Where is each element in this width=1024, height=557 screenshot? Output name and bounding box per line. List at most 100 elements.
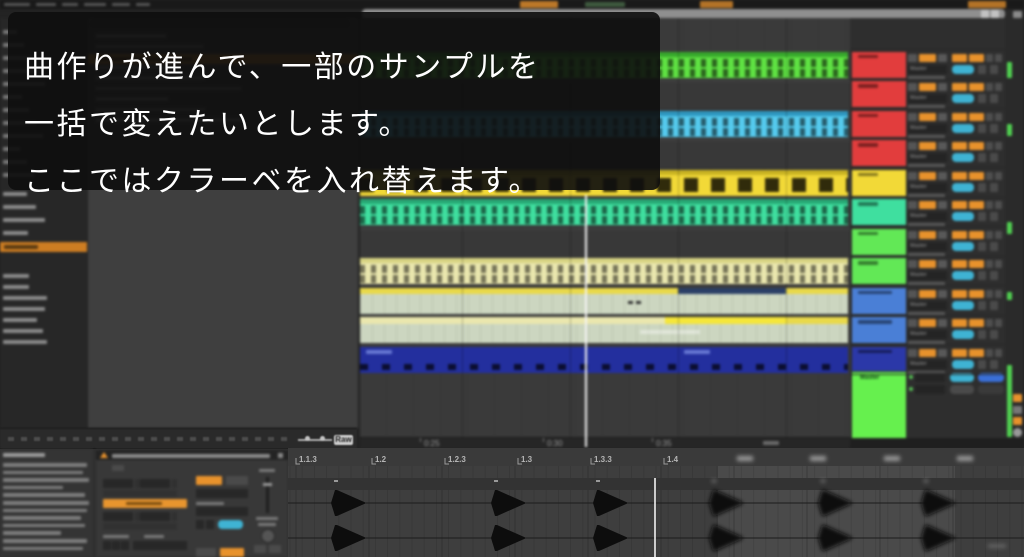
footer-tick <box>34 437 40 441</box>
preserve-label <box>196 502 224 505</box>
clip-box-tab[interactable] <box>112 465 124 471</box>
raw-toggle-chip[interactable]: Raw <box>334 435 353 445</box>
footer-tick <box>125 437 131 441</box>
bpm-field[interactable] <box>218 520 243 529</box>
caption-line: 一括で変えたいとします。 <box>24 99 411 143</box>
info-text-line <box>3 547 83 551</box>
footer-tick <box>47 437 53 441</box>
signature-chip[interactable] <box>112 541 120 550</box>
info-text-line <box>3 531 61 535</box>
transpose-knob[interactable] <box>261 529 275 543</box>
nudge-fwd-button[interactable] <box>269 545 281 553</box>
ghost-field <box>103 490 177 497</box>
clip-properties-panel <box>96 449 288 557</box>
beat-ruler[interactable] <box>288 448 1024 466</box>
zoom-slider-knob[interactable] <box>320 436 325 441</box>
transient-marker[interactable] <box>334 480 338 482</box>
gain-label <box>259 469 275 472</box>
footer-tick <box>151 437 157 441</box>
transient-marker[interactable] <box>712 480 716 482</box>
nudge-back-button[interactable] <box>254 545 266 553</box>
warp-mode-select[interactable] <box>196 489 248 498</box>
caption-line: 曲作りが進んで、一部のサンプルを <box>24 42 540 86</box>
info-view <box>0 449 93 557</box>
beat-ruler-label: 1.3 <box>521 455 533 464</box>
info-text-line <box>3 471 83 475</box>
footer-tick <box>164 437 170 441</box>
footer-tick <box>99 437 105 441</box>
warning-triangle-icon <box>100 452 108 458</box>
half-button[interactable] <box>196 548 216 557</box>
signature-chip[interactable] <box>121 541 129 550</box>
footer-tick <box>229 437 235 441</box>
field-stepper[interactable] <box>172 512 177 521</box>
mini-chip[interactable] <box>196 520 204 529</box>
position-length-field[interactable] <box>103 512 133 521</box>
footer-tick <box>190 437 196 441</box>
info-text-line <box>3 486 63 490</box>
transient-marker[interactable] <box>924 480 928 482</box>
beat-ruler-label-blurred <box>737 456 753 461</box>
transient-marker[interactable] <box>596 480 600 482</box>
sample-editor[interactable]: 1.1.3 1.2 1.2.3 1.3 1.3.3 1.4 <box>288 448 1024 557</box>
footer-tick <box>255 437 261 441</box>
footer-tick <box>268 437 274 441</box>
info-text-line <box>3 463 87 467</box>
caption-line: ここではクラーベを入れ替えます。 <box>24 156 541 200</box>
beat-ruler-label: 1.1.3 <box>299 455 317 464</box>
beat-ruler-label: 1.4 <box>667 455 679 464</box>
footer-tick <box>21 437 27 441</box>
footer-tick <box>203 437 209 441</box>
transient-marker[interactable] <box>494 480 498 482</box>
double-button[interactable] <box>220 548 244 557</box>
signature-label <box>103 535 129 538</box>
footer-tick <box>73 437 79 441</box>
start-end-field[interactable] <box>140 479 170 488</box>
footer-tick <box>112 437 118 441</box>
caption-overlay: 曲作りが進んで、一部のサンプルを 一括で変えたいとします。 ここではクラーベを入… <box>8 12 660 190</box>
info-text-line <box>3 509 87 513</box>
info-text-line <box>3 516 81 520</box>
position-readout-blurred <box>988 544 1006 548</box>
footer-tick <box>86 437 92 441</box>
footer-tick <box>242 437 248 441</box>
close-icon[interactable] <box>278 453 283 458</box>
beat-ruler-label: 1.2.3 <box>448 455 466 464</box>
marker-strip[interactable] <box>288 478 1024 490</box>
gain-value-text <box>258 523 276 526</box>
transients-select[interactable] <box>196 507 248 516</box>
ghost-field <box>103 523 177 530</box>
warp-button[interactable] <box>196 476 222 485</box>
mini-chip[interactable] <box>206 520 214 529</box>
zoom-slider-track[interactable] <box>298 439 332 441</box>
footer-tick <box>8 437 14 441</box>
loop-button-text <box>126 502 162 505</box>
beat-ruler-label: 1.3.3 <box>594 455 612 464</box>
footer-tick <box>177 437 183 441</box>
position-length-field[interactable] <box>140 512 170 521</box>
footer-tick <box>281 437 287 441</box>
info-text-line <box>3 501 89 505</box>
info-title <box>3 453 45 457</box>
info-text-line <box>3 478 89 482</box>
beat-ruler-label: 1.2 <box>375 455 387 464</box>
footer-tick <box>60 437 66 441</box>
signature-chip[interactable] <box>103 541 111 550</box>
info-text-line <box>3 539 87 543</box>
start-end-field[interactable] <box>103 479 133 488</box>
zoom-slider-knob[interactable] <box>305 436 310 441</box>
follow-button[interactable] <box>226 476 248 485</box>
footer-tick <box>216 437 222 441</box>
ableton-live-window: 0:250:300:35 MasterMasterMasterMasterMas… <box>0 0 1024 557</box>
clip-name-text <box>112 454 270 458</box>
field-stepper[interactable] <box>172 479 177 488</box>
info-text-line <box>3 493 85 497</box>
gain-value-text <box>256 517 278 520</box>
groove-label <box>144 535 164 538</box>
info-text-line <box>3 524 85 528</box>
beat-ruler-label-blurred <box>884 456 900 461</box>
transient-marker[interactable] <box>821 480 825 482</box>
beat-ruler-label-blurred <box>957 456 973 461</box>
gain-slider-handle[interactable] <box>263 483 272 486</box>
groove-select[interactable] <box>133 541 187 550</box>
